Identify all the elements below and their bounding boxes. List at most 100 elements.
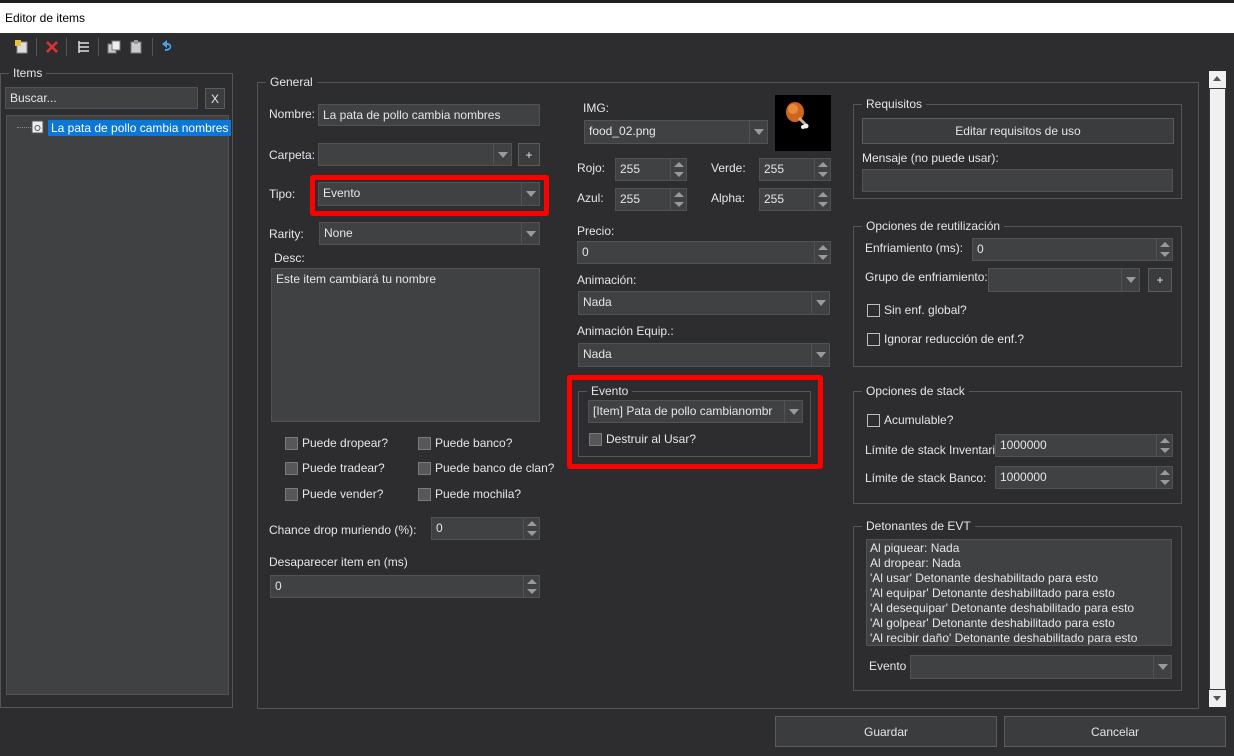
edit-requirements-button[interactable]: Editar requisitos de uso (862, 118, 1174, 144)
despawn-input[interactable]: 0 (270, 575, 540, 598)
save-button[interactable]: Guardar (775, 716, 997, 747)
alpha-input[interactable]: 255 (759, 188, 831, 211)
chevron-down-icon (811, 344, 829, 366)
destroy-on-use-checkbox[interactable] (589, 433, 602, 446)
red-input[interactable]: 255 (615, 158, 687, 181)
spinner-icon[interactable] (1156, 467, 1172, 488)
rarity-dropdown[interactable]: None (319, 222, 540, 245)
spinner-icon[interactable] (814, 189, 830, 210)
can-drop-checkbox[interactable] (285, 437, 298, 450)
cooldown-input[interactable]: 0 (972, 238, 1173, 261)
bank-stack-limit-label: Límite de stack Banco: (865, 471, 987, 485)
trigger-event-dropdown[interactable] (910, 655, 1172, 679)
can-guild-bank-label: Puede banco de clan? (435, 461, 555, 475)
can-trade-label: Puede tradear? (302, 461, 385, 475)
reuse-title: Opciones de reutilización (862, 219, 1005, 233)
new-item-icon[interactable] (12, 37, 32, 57)
animation-dropdown[interactable]: Nada (578, 291, 830, 315)
cancel-button[interactable]: Cancelar (1004, 716, 1226, 747)
blue-label: Azul: (577, 191, 604, 205)
equip-animation-dropdown[interactable]: Nada (578, 343, 830, 367)
chevron-down-icon (1121, 269, 1139, 291)
list-item: 'Al recibir daño' Detonante deshabilitad… (870, 631, 1138, 645)
spinner-icon[interactable] (670, 189, 686, 210)
undo-icon[interactable] (158, 37, 178, 57)
can-trade-checkbox[interactable] (285, 462, 298, 475)
stack-title: Opciones de stack (862, 384, 969, 398)
spinner-icon[interactable] (1156, 239, 1172, 260)
triggers-list[interactable]: Al piquear: Nada Al dropear: Nada 'Al us… (866, 539, 1172, 646)
event-group-title: Evento (587, 384, 633, 398)
description-textarea[interactable]: Este item cambiará tu nombre (271, 268, 540, 422)
paste-icon[interactable] (126, 37, 146, 57)
can-sell-label: Puede vender? (302, 487, 384, 501)
copy-icon[interactable] (104, 37, 124, 57)
chevron-down-icon (749, 121, 767, 143)
green-input[interactable]: 255 (759, 158, 831, 181)
inventory-stack-limit-input[interactable]: 1000000 (995, 434, 1173, 457)
delete-icon[interactable] (42, 37, 62, 57)
spinner-icon[interactable] (1156, 435, 1172, 456)
items-tree[interactable] (6, 115, 229, 695)
can-bank-checkbox[interactable] (418, 437, 431, 450)
requirements-title: Requisitos (862, 97, 927, 111)
cooldown-label: Enfriamiento (ms): (865, 241, 964, 255)
can-bag-checkbox[interactable] (418, 488, 431, 501)
spinner-icon[interactable] (814, 159, 830, 180)
price-input[interactable]: 0 (577, 241, 831, 264)
desc-label: Desc: (274, 251, 305, 265)
type-dropdown[interactable]: Evento (318, 182, 540, 206)
chevron-down-icon (784, 401, 802, 422)
bank-stack-limit-input[interactable]: 1000000 (995, 466, 1173, 489)
cooldown-group-dropdown[interactable] (988, 268, 1140, 292)
clear-search-button[interactable]: X (205, 88, 225, 109)
list-item: 'Al equipar' Detonante deshabilitado par… (870, 586, 1115, 600)
list-item: 'Al golpear' Detonante deshabilitado par… (870, 616, 1115, 630)
drop-chance-label: Chance drop muriendo (%): (269, 523, 417, 537)
search-input[interactable]: Buscar... (5, 87, 198, 109)
scroll-up-button[interactable] (1209, 71, 1226, 88)
no-global-cooldown-label: Sin enf. global? (884, 303, 967, 317)
cooldown-group-label: Grupo de enfriamiento: (865, 270, 988, 284)
spinner-icon[interactable] (670, 159, 686, 180)
scroll-thumb[interactable] (1210, 89, 1225, 689)
chevron-down-icon (811, 292, 829, 314)
requirement-message-input[interactable] (862, 169, 1173, 192)
add-folder-button[interactable]: + (518, 143, 540, 166)
destroy-on-use-label: Destruir al Usar? (606, 432, 697, 446)
stackable-checkbox[interactable] (867, 414, 880, 427)
chevron-down-icon (1153, 656, 1171, 678)
stackable-label: Acumulable? (884, 413, 954, 427)
add-cooldown-group-button[interactable]: + (1148, 268, 1172, 292)
equip-animation-label: Animación Equip.: (577, 324, 674, 338)
spinner-icon[interactable] (523, 576, 539, 597)
folder-label: Carpeta: (269, 148, 316, 162)
vertical-scrollbar[interactable] (1209, 71, 1226, 707)
name-input[interactable]: La pata de pollo cambia nombres (318, 104, 540, 126)
spinner-icon[interactable] (523, 518, 539, 539)
img-dropdown[interactable]: food_02.png (584, 120, 768, 144)
scroll-down-button[interactable] (1209, 690, 1226, 707)
list-item: 'Al desequipar' Detonante deshabilitado … (870, 601, 1135, 615)
img-label: IMG: (583, 101, 609, 115)
list-item: Al dropear: Nada (870, 556, 961, 570)
drop-chance-input[interactable]: 0 (431, 517, 540, 540)
list-item: 'Al usar' Detonante deshabilitado para e… (870, 571, 1099, 585)
chevron-down-icon (493, 144, 511, 165)
can-sell-checkbox[interactable] (285, 488, 298, 501)
can-guild-bank-checkbox[interactable] (418, 462, 431, 475)
chevron-down-icon (521, 183, 539, 205)
ignore-reduction-checkbox[interactable] (867, 333, 880, 346)
blue-input[interactable]: 255 (615, 188, 687, 211)
can-bag-label: Puede mochila? (435, 487, 522, 501)
folder-dropdown[interactable] (318, 143, 512, 166)
alpha-label: Alpha: (711, 191, 746, 205)
list-icon[interactable] (74, 37, 94, 57)
inventory-stack-limit-label: Límite de stack Inventario: (865, 443, 1006, 457)
spinner-icon[interactable] (814, 242, 830, 263)
price-label: Precio: (577, 224, 615, 238)
event-dropdown[interactable]: [Item] Pata de pollo cambianombr (588, 400, 803, 423)
no-global-cooldown-checkbox[interactable] (867, 304, 880, 317)
list-item: Al piquear: Nada (870, 541, 960, 555)
tree-item-selected[interactable]: La pata de pollo cambia nombres (48, 120, 232, 136)
